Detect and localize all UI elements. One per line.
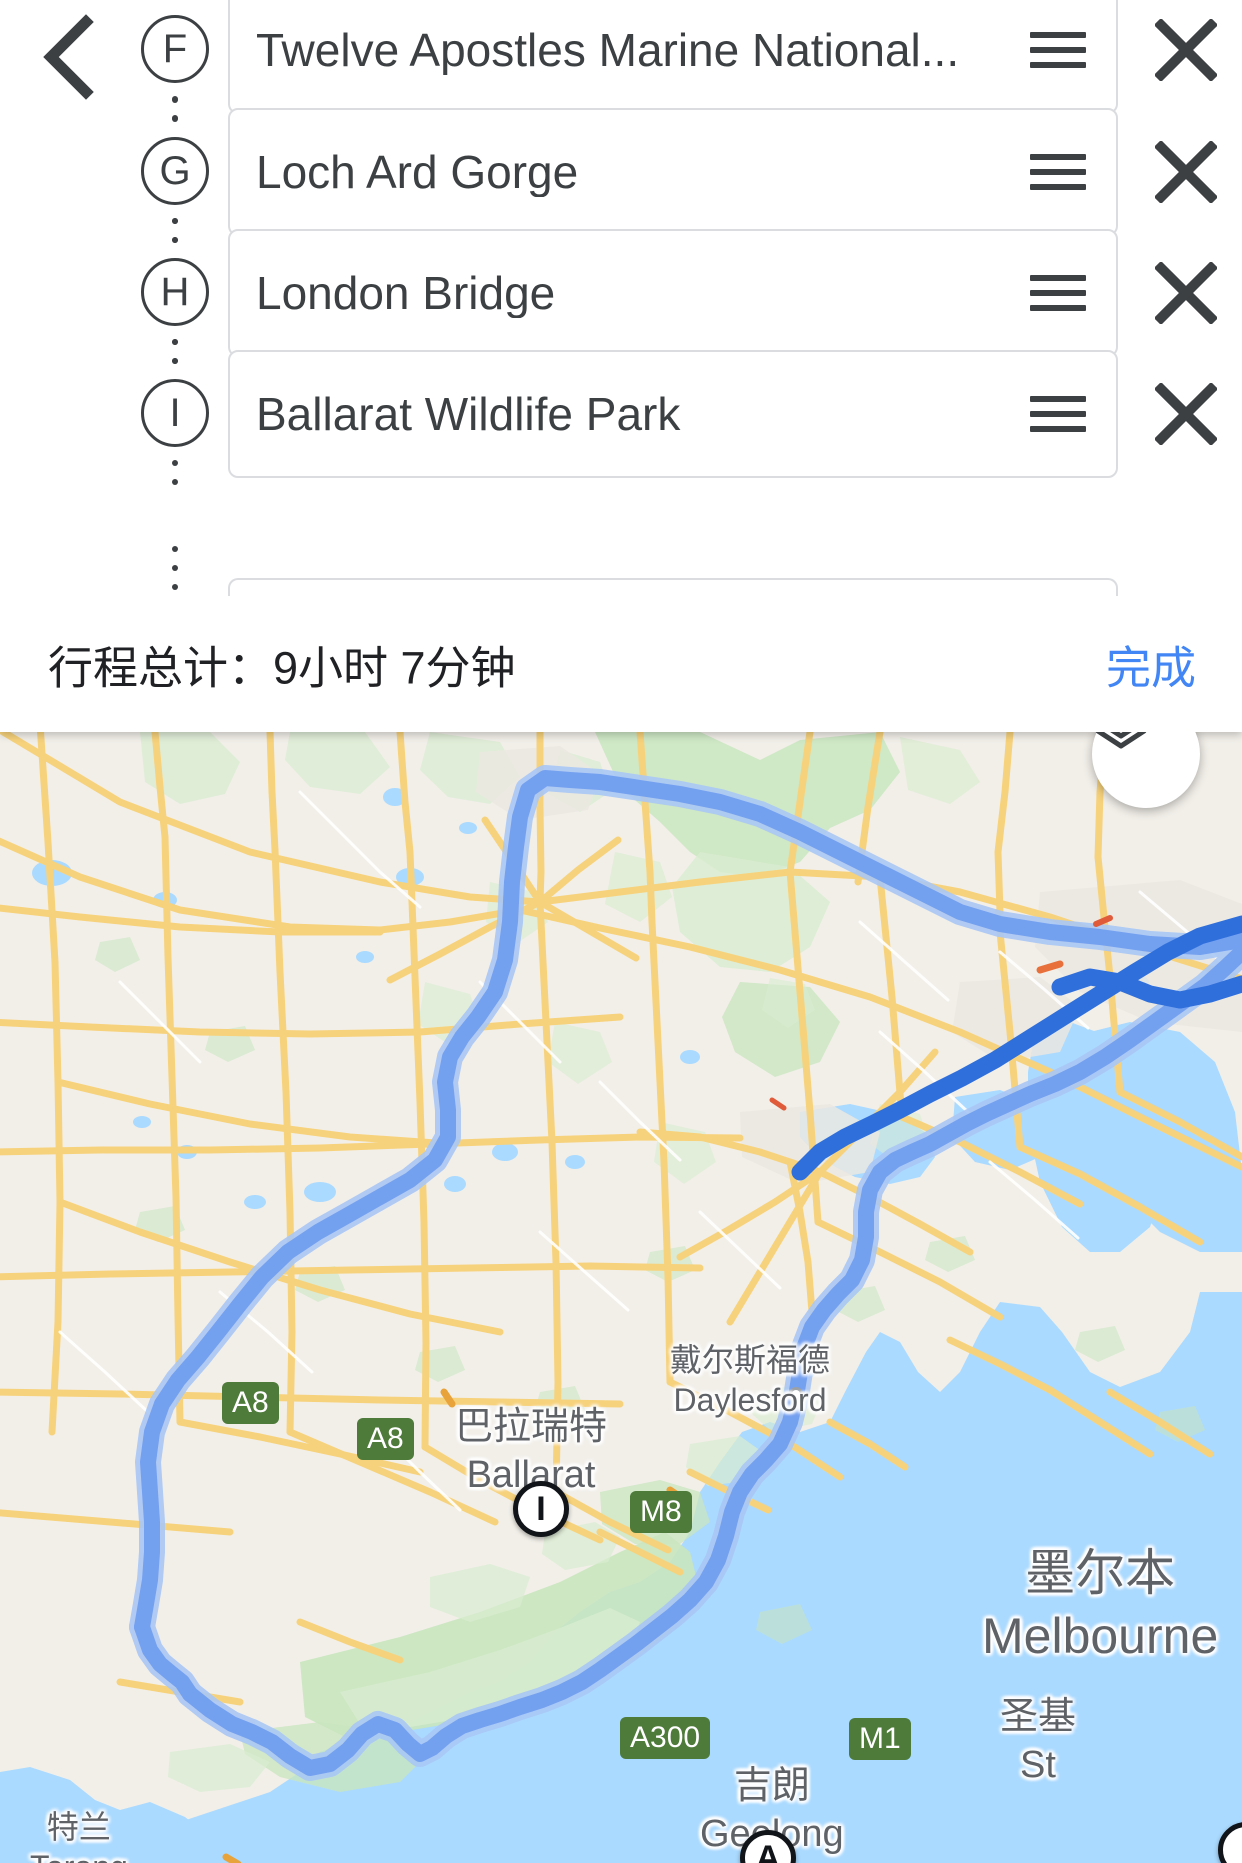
remove-waypoint-button[interactable] — [1130, 0, 1242, 114]
waypoint-row[interactable]: I Ballarat Wildlife Park — [0, 339, 1242, 486]
drag-handle-icon[interactable] — [1000, 231, 1116, 355]
route-editor-screen: F Twelve Apostles Marine National... G L… — [0, 0, 1242, 1863]
close-icon — [1155, 383, 1217, 445]
waypoint-name: Loch Ard Gorge — [256, 146, 579, 198]
road-shield: M8 — [630, 1491, 692, 1533]
road-shield: M1 — [849, 1718, 911, 1760]
route-marker-i[interactable]: I — [513, 1481, 569, 1537]
waypoint-letter-badge: I — [141, 379, 209, 447]
waypoint-letter-badge: G — [141, 137, 209, 205]
remove-waypoint-button[interactable] — [1130, 108, 1242, 236]
waypoint-panel: F Twelve Apostles Marine National... G L… — [0, 0, 1242, 732]
waypoint-input[interactable]: Loch Ard Gorge — [228, 108, 1118, 236]
waypoint-letter-badge: F — [141, 15, 209, 83]
waypoint-input[interactable]: London Bridge — [228, 229, 1118, 357]
map-graphics: .wtr{fill:#aadaff} .prk{fill:#c9e6bf} .p… — [0, 732, 1242, 1863]
done-button[interactable]: 完成 — [1106, 632, 1196, 697]
waypoint-input[interactable]: Twelve Apostles Marine National... — [228, 0, 1118, 114]
close-icon — [1155, 19, 1217, 81]
trip-total-label: 行程总计：9小时 7分钟 — [48, 642, 516, 694]
waypoint-name: Ballarat Wildlife Park — [256, 388, 681, 440]
close-icon — [1155, 141, 1217, 203]
trip-summary-bar: 行程总计：9小时 7分钟 完成 — [0, 596, 1242, 732]
waypoint-list[interactable]: F Twelve Apostles Marine National... G L… — [0, 0, 1242, 596]
map-canvas[interactable]: .wtr{fill:#aadaff} .prk{fill:#c9e6bf} .p… — [0, 732, 1242, 1863]
waypoint-name: Twelve Apostles Marine National... — [256, 24, 960, 76]
remove-waypoint-button[interactable] — [1130, 350, 1242, 478]
waypoint-letter-badge: H — [141, 258, 209, 326]
waypoint-marker-column: I — [130, 339, 220, 486]
road-shield: A8 — [222, 1382, 279, 1424]
waypoint-name: London Bridge — [256, 267, 556, 319]
town-dot — [789, 1387, 803, 1401]
road-shield: A8 — [357, 1418, 414, 1460]
waypoint-input-partial[interactable] — [228, 578, 1118, 596]
close-icon — [1155, 262, 1217, 324]
remove-waypoint-button[interactable] — [1130, 229, 1242, 357]
road-shield: A300 — [620, 1717, 711, 1759]
waypoint-input[interactable]: Ballarat Wildlife Park — [228, 350, 1118, 478]
drag-handle-icon[interactable] — [1000, 110, 1116, 234]
route-connector-dots — [172, 546, 178, 596]
drag-handle-icon[interactable] — [1000, 0, 1116, 112]
drag-handle-icon[interactable] — [1000, 352, 1116, 476]
